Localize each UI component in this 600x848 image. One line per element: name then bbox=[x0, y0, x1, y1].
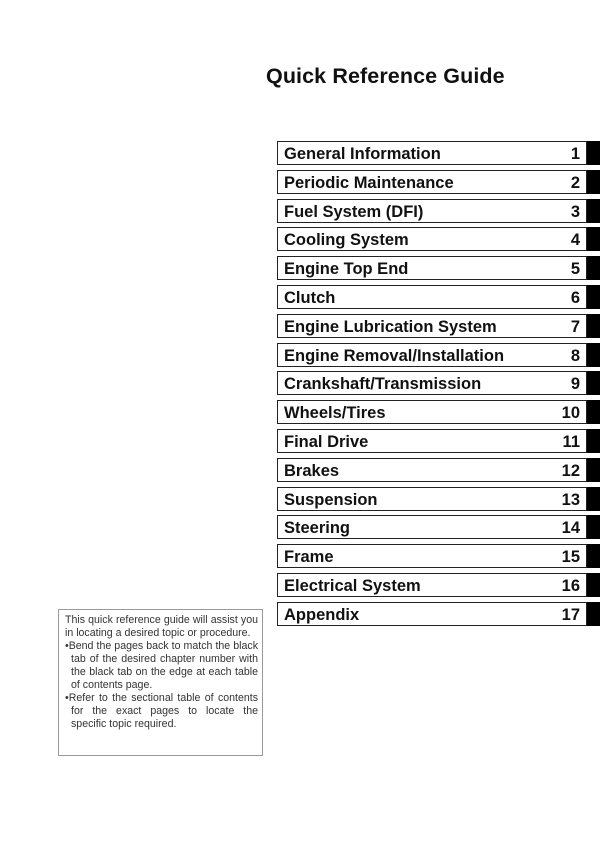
toc-entry-box[interactable]: Crankshaft/Transmission 9 bbox=[277, 371, 587, 396]
toc-row[interactable]: Electrical System 16 bbox=[277, 573, 600, 597]
toc-entry-label[interactable]: Cooling System bbox=[284, 230, 409, 250]
chapter-black-tab[interactable] bbox=[587, 198, 600, 223]
toc-entry-number[interactable]: 1 bbox=[571, 144, 580, 164]
toc-entry-box[interactable]: Clutch 6 bbox=[277, 285, 587, 309]
toc-entry-box[interactable]: Cooling System 4 bbox=[277, 227, 587, 252]
toc-entry-box[interactable]: Wheels/Tires 10 bbox=[277, 400, 587, 425]
chapter-black-tab[interactable] bbox=[587, 457, 600, 482]
toc-entry-label[interactable]: Engine Top End bbox=[284, 259, 408, 279]
toc-entry-label[interactable]: Engine Lubrication System bbox=[284, 317, 497, 337]
toc-entry-label[interactable]: Fuel System (DFI) bbox=[284, 202, 423, 222]
toc-entry-label[interactable]: Brakes bbox=[284, 461, 339, 481]
toc-entry-box[interactable]: Brakes 12 bbox=[277, 457, 587, 482]
toc-entry-box[interactable]: Steering 14 bbox=[277, 515, 587, 540]
toc-row[interactable]: Brakes 12 bbox=[277, 457, 600, 482]
chapter-black-tab[interactable] bbox=[587, 573, 600, 597]
toc-entry-number[interactable]: 14 bbox=[562, 518, 580, 538]
toc-row[interactable]: Engine Lubrication System 7 bbox=[277, 313, 600, 338]
toc-entry-label[interactable]: General Information bbox=[284, 144, 441, 164]
note-bullet: •Refer to the sectional table of content… bbox=[65, 692, 258, 730]
toc-entry-number[interactable]: 9 bbox=[571, 374, 580, 394]
toc-row[interactable]: Cooling System 4 bbox=[277, 227, 600, 252]
toc-entry-box[interactable]: Fuel System (DFI) 3 bbox=[277, 198, 587, 223]
toc-entry-label[interactable]: Crankshaft/Transmission bbox=[284, 374, 481, 394]
toc-entry-box[interactable]: Engine Removal/Installation 8 bbox=[277, 342, 587, 367]
toc-entry-box[interactable]: Final Drive 11 bbox=[277, 429, 587, 453]
toc-entry-box[interactable]: Engine Top End 5 bbox=[277, 256, 587, 281]
toc-entry-number[interactable]: 12 bbox=[562, 461, 580, 481]
chapter-black-tab[interactable] bbox=[587, 342, 600, 367]
chapter-black-tab[interactable] bbox=[587, 285, 600, 309]
toc-entry-number[interactable]: 7 bbox=[571, 317, 580, 337]
toc-entry-box[interactable]: Engine Lubrication System 7 bbox=[277, 313, 587, 338]
toc-entry-number[interactable]: 11 bbox=[563, 432, 580, 452]
note-bullet: •Bend the pages back to match the black … bbox=[65, 640, 258, 691]
toc-entry-number[interactable]: 17 bbox=[562, 605, 580, 625]
toc-entry-label[interactable]: Final Drive bbox=[284, 432, 368, 452]
toc-row[interactable]: Appendix 17 bbox=[277, 601, 600, 626]
toc-row[interactable]: Periodic Maintenance 2 bbox=[277, 169, 600, 194]
chapter-black-tab[interactable] bbox=[587, 227, 600, 252]
toc-entry-number[interactable]: 10 bbox=[562, 403, 580, 423]
toc-row[interactable]: Engine Top End 5 bbox=[277, 256, 600, 281]
toc-entry-label[interactable]: Frame bbox=[284, 547, 334, 567]
toc-entry-number[interactable]: 3 bbox=[571, 202, 580, 222]
toc-entry-label[interactable]: Wheels/Tires bbox=[284, 403, 386, 423]
chapter-black-tab[interactable] bbox=[587, 313, 600, 338]
toc-row[interactable]: Frame 15 bbox=[277, 544, 600, 569]
toc-row[interactable]: Engine Removal/Installation 8 bbox=[277, 342, 600, 367]
page-title: Quick Reference Guide bbox=[266, 64, 505, 88]
toc-entry-number[interactable]: 6 bbox=[571, 288, 580, 308]
note-intro: This quick reference guide will assist y… bbox=[65, 614, 258, 639]
toc-entry-label[interactable]: Steering bbox=[284, 518, 350, 538]
toc-row[interactable]: Fuel System (DFI) 3 bbox=[277, 198, 600, 223]
toc-entry-box[interactable]: General Information 1 bbox=[277, 141, 587, 165]
toc-row[interactable]: Suspension 13 bbox=[277, 486, 600, 511]
toc-entry-label[interactable]: Appendix bbox=[284, 605, 359, 625]
toc-entry-number[interactable]: 5 bbox=[571, 259, 580, 279]
toc-row[interactable]: General Information 1 bbox=[277, 141, 600, 165]
toc-entry-box[interactable]: Periodic Maintenance 2 bbox=[277, 169, 587, 194]
toc-entry-number[interactable]: 4 bbox=[571, 230, 580, 250]
chapter-black-tab[interactable] bbox=[587, 515, 600, 540]
usage-note: This quick reference guide will assist y… bbox=[58, 609, 263, 756]
chapter-black-tab[interactable] bbox=[587, 371, 600, 396]
toc-entry-box[interactable]: Frame 15 bbox=[277, 544, 587, 569]
toc-entry-label[interactable]: Clutch bbox=[284, 288, 335, 308]
toc-entry-number[interactable]: 16 bbox=[562, 576, 580, 596]
toc-row[interactable]: Steering 14 bbox=[277, 515, 600, 540]
toc-entry-number[interactable]: 2 bbox=[571, 173, 580, 193]
toc-entry-label[interactable]: Periodic Maintenance bbox=[284, 173, 454, 193]
toc-entry-label[interactable]: Electrical System bbox=[284, 576, 421, 596]
chapter-black-tab[interactable] bbox=[587, 486, 600, 511]
toc-entry-number[interactable]: 8 bbox=[571, 346, 580, 366]
chapter-black-tab[interactable] bbox=[587, 141, 600, 165]
toc-row[interactable]: Wheels/Tires 10 bbox=[277, 400, 600, 425]
toc-entry-box[interactable]: Appendix 17 bbox=[277, 601, 587, 626]
toc-entry-number[interactable]: 15 bbox=[562, 547, 580, 567]
toc-row[interactable]: Clutch 6 bbox=[277, 285, 600, 309]
toc-entry-label[interactable]: Suspension bbox=[284, 490, 378, 510]
toc-entry-number[interactable]: 13 bbox=[562, 490, 580, 510]
toc-entry-box[interactable]: Suspension 13 bbox=[277, 486, 587, 511]
toc-entry-label[interactable]: Engine Removal/Installation bbox=[284, 346, 504, 366]
chapter-black-tab[interactable] bbox=[587, 400, 600, 425]
chapter-black-tab[interactable] bbox=[587, 544, 600, 569]
toc-row[interactable]: Crankshaft/Transmission 9 bbox=[277, 371, 600, 396]
chapter-black-tab[interactable] bbox=[587, 256, 600, 281]
chapter-black-tab[interactable] bbox=[587, 169, 600, 194]
toc-row[interactable]: Final Drive 11 bbox=[277, 429, 600, 453]
toc-entry-box[interactable]: Electrical System 16 bbox=[277, 573, 587, 597]
chapter-black-tab[interactable] bbox=[587, 429, 600, 453]
chapter-black-tab[interactable] bbox=[587, 601, 600, 626]
